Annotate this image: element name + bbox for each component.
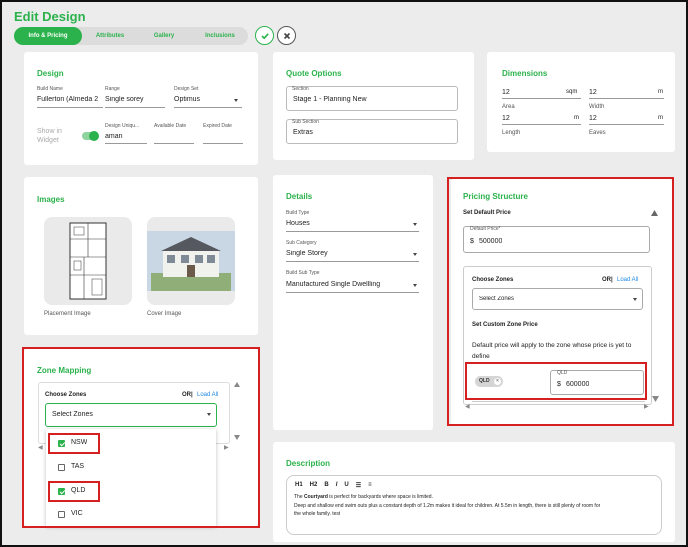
quote-options-card: Quote Options Section Stage 1 - Planning… — [273, 52, 474, 160]
eaves-unit: m — [658, 115, 663, 121]
description-card: Description H1 H2 B I U ☰ ≡ The Courtyar… — [273, 442, 675, 542]
check-icon — [260, 32, 269, 39]
italic-button[interactable]: I — [336, 482, 338, 489]
section-label: Section — [292, 86, 309, 92]
description-editor[interactable]: H1 H2 B I U ☰ ≡ The Courtyard is perfect… — [286, 475, 662, 535]
placement-image-label: Placement Image — [44, 311, 91, 317]
bold-button[interactable]: B — [324, 482, 328, 489]
images-title: Images — [37, 195, 65, 204]
length-field[interactable]: 12 — [502, 115, 510, 122]
design-set-label: Design Set — [174, 86, 199, 92]
length-label: Length — [502, 130, 521, 136]
build-type-label: Build Type — [286, 210, 310, 216]
design-card-title: Design — [37, 69, 64, 78]
length-unit: m — [574, 115, 579, 121]
range-field[interactable]: Single sorey — [105, 96, 165, 103]
house-photo-icon — [147, 231, 235, 291]
sub-section-value: Extras — [293, 129, 313, 136]
width-label: Width — [589, 104, 605, 110]
placement-image[interactable] — [44, 217, 132, 305]
qld-price-highlight — [465, 362, 647, 400]
expired-date-field[interactable] — [203, 143, 243, 144]
design-set-select[interactable]: Optimus — [174, 96, 224, 103]
nsw-highlight — [48, 433, 100, 454]
chevron-down-icon — [413, 223, 417, 226]
details-title: Details — [286, 192, 313, 201]
available-date-label: Available Date — [154, 123, 187, 129]
dimensions-title: Dimensions — [502, 69, 548, 78]
numbered-list-icon[interactable]: ≡ — [368, 482, 372, 489]
close-icon — [283, 32, 290, 39]
description-line-2: Deep and shallow end swim outs plus a co… — [294, 503, 601, 509]
build-sub-type-select[interactable]: Manufactured Single Dwellling — [286, 281, 408, 288]
range-label: Range — [105, 86, 120, 92]
section-field[interactable]: Section Stage 1 - Planning New — [286, 86, 458, 111]
chevron-down-icon — [413, 253, 417, 256]
cover-image-label: Cover Image — [147, 311, 182, 317]
sub-section-label: Sub Section — [292, 119, 319, 125]
width-field[interactable]: 12 — [589, 89, 597, 96]
build-type-select[interactable]: Houses — [286, 220, 310, 227]
show-in-widget-toggle[interactable] — [82, 131, 99, 141]
cancel-button[interactable] — [277, 26, 296, 45]
eaves-field[interactable]: 12 — [589, 115, 597, 122]
chevron-down-icon — [413, 284, 417, 287]
area-field[interactable]: 12 — [502, 89, 510, 96]
available-date-field[interactable] — [154, 143, 194, 144]
underline-button[interactable]: U — [344, 482, 348, 489]
bullet-list-icon[interactable]: ☰ — [356, 482, 361, 489]
h1-button[interactable]: H1 — [295, 482, 303, 489]
width-unit: m — [658, 89, 663, 95]
description-line-3: the whole family. test — [294, 511, 341, 517]
tab-bar: Info & Pricing Attributes Gallery Inclus… — [14, 27, 248, 45]
cover-image[interactable] — [147, 217, 235, 305]
editor-toolbar: H1 H2 B I U ☰ ≡ — [295, 482, 372, 489]
tab-attributes[interactable]: Attributes — [90, 27, 130, 45]
design-unique-field[interactable]: aman — [105, 133, 145, 140]
area-label: Area — [502, 104, 515, 110]
area-unit: sqm — [566, 89, 578, 95]
sub-section-field[interactable]: Sub Section Extras — [286, 119, 458, 144]
dimensions-card: Dimensions 12 sqm Area 12 m Width 12 m L… — [487, 52, 675, 152]
description-title: Description — [286, 459, 331, 468]
sub-category-select[interactable]: Single Storey — [286, 250, 328, 257]
design-unique-label: Design Uniqu... — [105, 123, 140, 129]
section-value: Stage 1 - Planning New — [293, 96, 367, 103]
description-line-1: The Courtyard is perfect for backyards w… — [294, 494, 433, 500]
tab-gallery[interactable]: Gallery — [144, 27, 184, 45]
expired-date-label: Expired Date — [203, 123, 232, 129]
quote-options-title: Quote Options — [286, 69, 342, 78]
sub-category-label: Sub Category — [286, 240, 317, 246]
chevron-down-icon — [234, 99, 238, 102]
tab-inclusions[interactable]: Inclusions — [198, 27, 242, 45]
floor-plan-icon — [69, 222, 107, 300]
details-card: Details Build Type Houses Sub Category S… — [273, 175, 433, 430]
h2-button[interactable]: H2 — [310, 482, 318, 489]
design-card: Design Build Name Fullerton (Almeda 2 Ra… — [24, 52, 258, 165]
build-name-field[interactable]: Fullerton (Almeda 2 — [37, 96, 103, 103]
build-name-label: Build Name — [37, 86, 63, 92]
show-in-widget-label: Show in Widget — [37, 128, 62, 144]
tab-info-pricing[interactable]: Info & Pricing — [14, 27, 82, 45]
page-title: Edit Design — [14, 9, 86, 24]
build-sub-type-label: Build Sub Type — [286, 270, 320, 276]
app-frame: Edit Design Info & Pricing Attributes Ga… — [0, 0, 688, 547]
save-button[interactable] — [255, 26, 274, 45]
qld-highlight — [48, 481, 100, 502]
images-card: Images Placement Image Cover Image — [24, 177, 258, 335]
eaves-label: Eaves — [589, 130, 606, 136]
